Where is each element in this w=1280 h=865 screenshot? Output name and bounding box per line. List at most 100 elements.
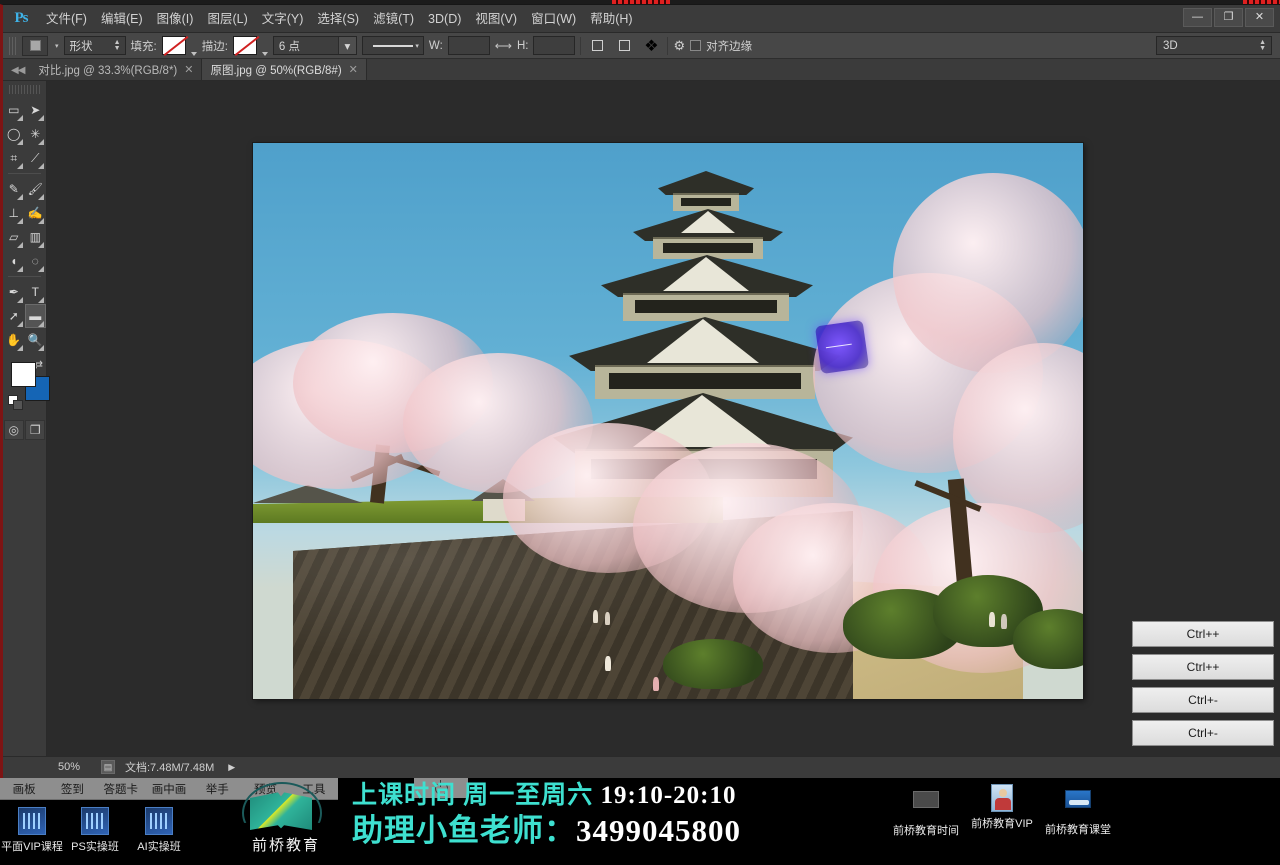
toolbar-item-whiteboard[interactable]: 画板 bbox=[0, 781, 48, 797]
path-align-icon[interactable] bbox=[613, 36, 635, 56]
close-icon: ✕ bbox=[1254, 11, 1265, 23]
menu-select[interactable]: 选择(S) bbox=[310, 5, 366, 33]
ctrl-button-1[interactable]: Ctrl++ bbox=[1132, 621, 1274, 647]
menu-image[interactable]: 图像(I) bbox=[150, 5, 201, 33]
status-expand-icon[interactable]: ▶ bbox=[228, 762, 235, 773]
tray-shortcut-2[interactable]: 前桥教育VIP bbox=[966, 784, 1038, 838]
menu-3d[interactable]: 3D(D) bbox=[421, 5, 468, 33]
document-icon[interactable]: ▤ bbox=[101, 760, 115, 774]
hand-tool[interactable]: ✋ bbox=[3, 328, 25, 352]
blur-tool[interactable]: ◖ bbox=[3, 249, 25, 273]
canvas-area[interactable]: Ctrl++ Ctrl++ Ctrl+- Ctrl+- bbox=[47, 81, 1280, 756]
rectangular-marquee-tool[interactable]: ▭ bbox=[3, 98, 25, 122]
ctrl-button-2[interactable]: Ctrl++ bbox=[1132, 654, 1274, 680]
mode-buttons: ◎ ❐ bbox=[3, 420, 46, 440]
zoom-tool[interactable]: 🔍 bbox=[25, 328, 47, 352]
magic-wand-tool[interactable]: ✳ bbox=[25, 122, 47, 146]
tray-shortcut-1[interactable]: 前桥教育时间 bbox=[890, 784, 962, 838]
workspace-value: 3D bbox=[1163, 39, 1178, 52]
close-button[interactable]: ✕ bbox=[1245, 8, 1274, 27]
ctrl-button-3[interactable]: Ctrl+- bbox=[1132, 687, 1274, 713]
align-edges-checkbox[interactable] bbox=[690, 40, 702, 51]
menu-edit[interactable]: 编辑(E) bbox=[94, 5, 150, 33]
menu-view[interactable]: 视图(V) bbox=[468, 5, 524, 33]
width-input[interactable] bbox=[447, 36, 490, 55]
brand-logo: 前桥教育 bbox=[234, 782, 338, 864]
tools-panel-grip[interactable] bbox=[9, 85, 40, 94]
document-tab-2[interactable]: 原图.jpg @ 50%(RGB/8#) ✕ bbox=[202, 59, 367, 80]
workspace-select[interactable]: 3D ▲ ▼ bbox=[1156, 36, 1272, 55]
foreground-color-swatch[interactable] bbox=[11, 362, 36, 387]
tray-shortcut-3[interactable]: 前桥教育课堂 bbox=[1042, 784, 1114, 838]
brush-tool[interactable]: 🖌 bbox=[25, 177, 47, 201]
path-selection-tool[interactable]: ➚ bbox=[3, 304, 25, 328]
stroke-style-picker[interactable]: ▾ bbox=[361, 36, 424, 55]
crop-tool[interactable]: ⌗ bbox=[3, 146, 25, 170]
tool-preset-picker[interactable] bbox=[22, 35, 48, 56]
type-tool[interactable]: T bbox=[25, 280, 47, 304]
lasso-tool[interactable]: ◯ bbox=[3, 122, 25, 146]
shape-mode-value: 形状 bbox=[69, 40, 93, 53]
pen-tool[interactable]: ✒ bbox=[3, 280, 25, 304]
shrub bbox=[663, 639, 763, 689]
ctrl-button-4[interactable]: Ctrl+- bbox=[1132, 720, 1274, 746]
toolbar-item-signin[interactable]: 签到 bbox=[48, 781, 96, 797]
gradient-tool[interactable]: ▥ bbox=[25, 225, 47, 249]
stroke-width-dropdown-icon[interactable]: ▾ bbox=[337, 37, 356, 54]
desktop-overlay: 画板 签到 答题卡 画中画 举手 预览 工具 平面VIP课程 PS实操班 AI实… bbox=[0, 778, 1280, 865]
eraser-tool[interactable]: ▱ bbox=[3, 225, 25, 249]
document-tab-1[interactable]: 对比.jpg @ 33.3%(RGB/8*) ✕ bbox=[30, 59, 203, 80]
options-bar-grip[interactable] bbox=[9, 36, 17, 55]
menu-window[interactable]: 窗口(W) bbox=[524, 5, 583, 33]
document-tab-1-close-icon[interactable]: ✕ bbox=[184, 63, 193, 76]
menu-type[interactable]: 文字(Y) bbox=[255, 5, 311, 33]
options-bar: ▾ 形状 ▲ ▼ 填充: 描边: 6 点 ▾ ▾ W: ⟷ H: ❖ ⚙ 对齐边… bbox=[3, 33, 1280, 59]
collapse-panel-icon[interactable]: ◀◀ bbox=[9, 65, 30, 80]
zoom-level[interactable]: 50% bbox=[47, 761, 91, 773]
quick-mask-icon[interactable]: ◎ bbox=[3, 420, 24, 440]
stepper-arrows-icon: ▲ ▼ bbox=[113, 38, 121, 52]
fill-swatch[interactable] bbox=[161, 36, 186, 55]
default-colors-icon[interactable] bbox=[8, 395, 23, 410]
blue-vector-shape[interactable] bbox=[814, 319, 870, 375]
move-tool[interactable]: ➤ bbox=[25, 98, 47, 122]
stroke-style-chevron-icon: ▾ bbox=[415, 42, 419, 50]
stroke-chevron-icon[interactable] bbox=[261, 52, 268, 56]
document-canvas[interactable] bbox=[253, 143, 1083, 699]
tray-shortcuts: 前桥教育时间 前桥教育VIP 前桥教育课堂 bbox=[890, 784, 1114, 838]
maximize-button[interactable]: ❐ bbox=[1214, 8, 1243, 27]
minimize-button[interactable]: — bbox=[1183, 8, 1212, 27]
menu-help[interactable]: 帮助(H) bbox=[583, 5, 639, 33]
history-brush-tool[interactable]: ✍ bbox=[25, 201, 47, 225]
menu-bar: Ps 文件(F) 编辑(E) 图像(I) 图层(L) 文字(Y) 选择(S) 滤… bbox=[3, 5, 1280, 33]
shrub bbox=[1013, 609, 1083, 669]
height-input[interactable] bbox=[533, 36, 576, 55]
chevron-down-icon[interactable]: ▾ bbox=[55, 42, 59, 50]
shape-mode-select[interactable]: 形状 ▲ ▼ bbox=[63, 36, 126, 55]
menu-file[interactable]: 文件(F) bbox=[39, 5, 94, 33]
link-icon[interactable]: ⟷ bbox=[495, 39, 512, 53]
align-edges-label: 对齐边缘 bbox=[706, 40, 753, 53]
desktop-shortcut-3[interactable]: AI实操班 bbox=[117, 806, 201, 854]
work-area: ▭ ➤ ◯ ✳ ⌗ ⟋ ✎ 🖌 ⊥ ✍ ▱ ▥ ◖ ◌ ✒ T ➚ ▬ ✋ 🔍 … bbox=[3, 81, 1280, 756]
screen-mode-icon[interactable]: ❐ bbox=[25, 420, 46, 440]
fill-chevron-icon[interactable] bbox=[190, 52, 197, 56]
eyedropper-tool[interactable]: ⟋ bbox=[25, 146, 47, 170]
path-arrange-icon[interactable]: ❖ bbox=[640, 36, 662, 56]
promo-line-1-number: 19:10-20:10 bbox=[600, 782, 737, 809]
stroke-swatch[interactable] bbox=[232, 36, 257, 55]
dodge-tool[interactable]: ◌ bbox=[25, 249, 47, 273]
clone-stamp-tool[interactable]: ⊥ bbox=[3, 201, 25, 225]
document-tab-2-close-icon[interactable]: ✕ bbox=[349, 63, 358, 76]
toolbar-item-pip[interactable]: 画中画 bbox=[145, 781, 193, 797]
stroke-width-input[interactable]: 6 点 ▾ bbox=[272, 36, 357, 55]
desktop-shortcut-3-label: AI实操班 bbox=[137, 841, 181, 853]
gear-icon[interactable]: ⚙ bbox=[673, 38, 685, 54]
menu-layer[interactable]: 图层(L) bbox=[200, 5, 254, 33]
menu-filter[interactable]: 滤镜(T) bbox=[366, 5, 421, 33]
toolbar-item-answercard[interactable]: 答题卡 bbox=[97, 781, 145, 797]
rectangle-shape-tool[interactable]: ▬ bbox=[24, 304, 46, 328]
path-operations-icon[interactable] bbox=[586, 36, 608, 56]
spot-healing-brush-tool[interactable]: ✎ bbox=[3, 177, 25, 201]
options-divider-1 bbox=[580, 36, 582, 55]
